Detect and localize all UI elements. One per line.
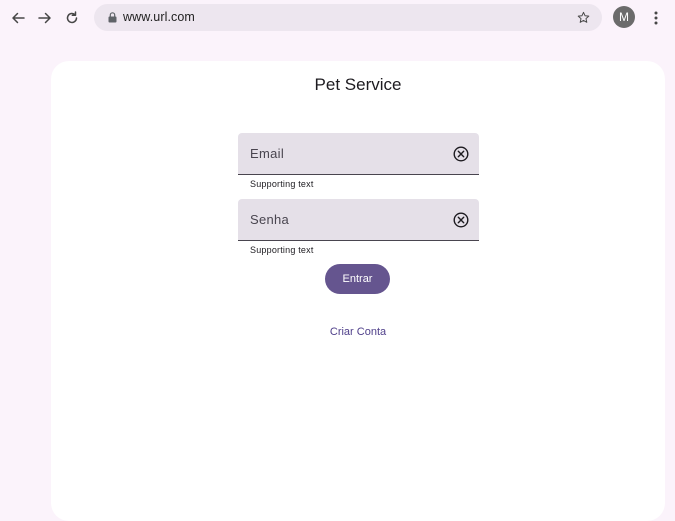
password-input[interactable] xyxy=(250,199,440,239)
password-field[interactable] xyxy=(238,199,479,241)
address-bar[interactable]: www.url.com xyxy=(94,4,602,31)
clear-circle-icon[interactable] xyxy=(452,211,469,228)
create-account-link[interactable]: Criar Conta xyxy=(311,323,405,341)
forward-arrow-icon[interactable] xyxy=(35,8,55,28)
clear-circle-icon[interactable] xyxy=(452,145,469,162)
email-supporting-text: Supporting text xyxy=(250,179,314,189)
login-button[interactable]: Entrar xyxy=(325,264,390,294)
back-arrow-icon[interactable] xyxy=(8,8,28,28)
page-title: Pet Service xyxy=(314,75,402,94)
lock-icon xyxy=(106,11,118,24)
email-input[interactable] xyxy=(250,133,440,173)
reload-icon[interactable] xyxy=(62,8,82,28)
url-text: www.url.com xyxy=(123,10,195,24)
login-card: Pet Service Supporting text Supporting t… xyxy=(51,61,665,521)
email-field[interactable] xyxy=(238,133,479,175)
password-supporting-text: Supporting text xyxy=(250,245,314,255)
profile-avatar[interactable]: M xyxy=(613,6,635,28)
browser-toolbar: www.url.com M xyxy=(0,0,675,36)
more-vert-icon[interactable] xyxy=(646,8,666,28)
bookmark-star-icon[interactable] xyxy=(575,9,591,25)
